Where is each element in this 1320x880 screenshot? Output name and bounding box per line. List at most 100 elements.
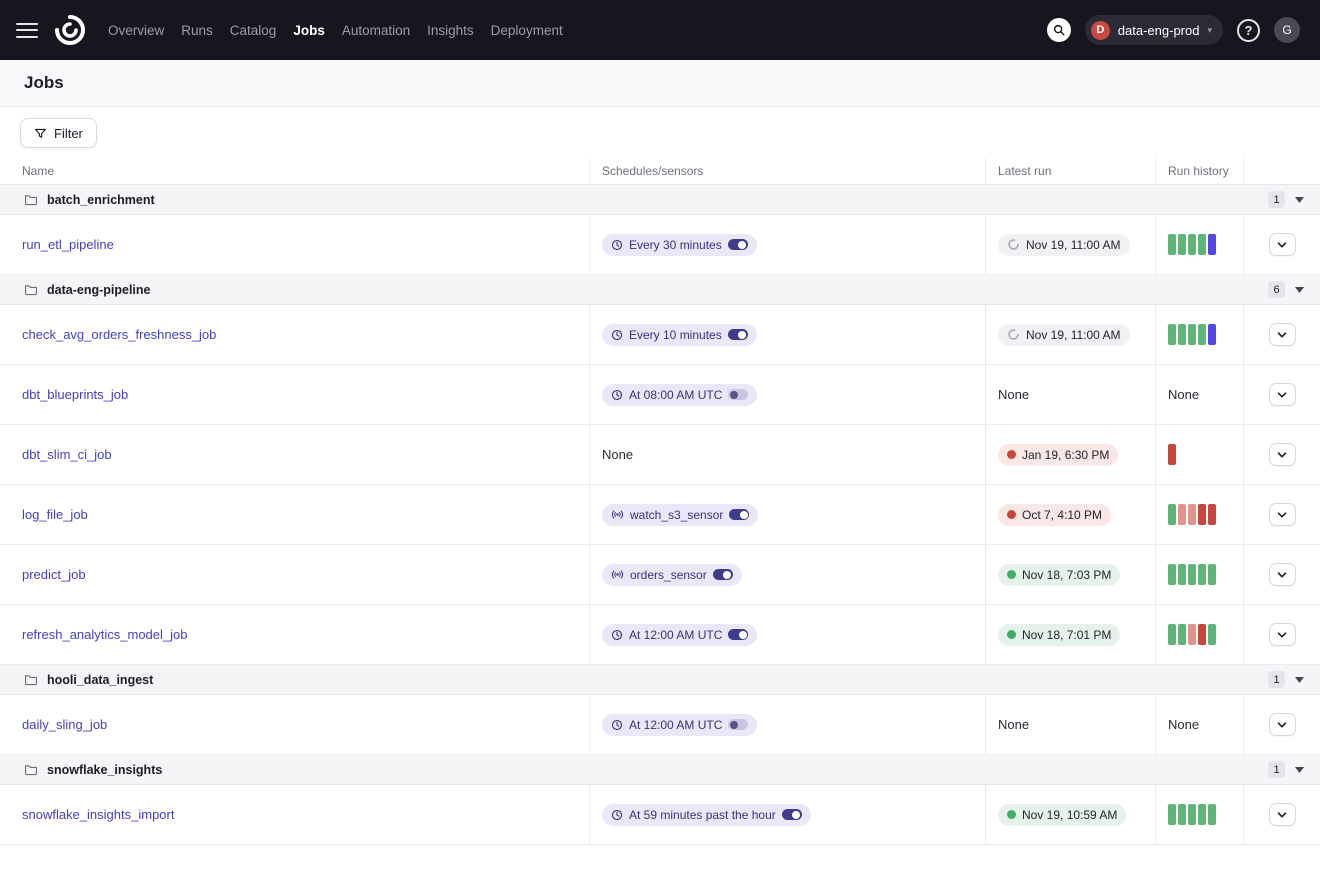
group-collapse-caret[interactable]: [1295, 197, 1304, 203]
user-avatar[interactable]: G: [1274, 17, 1300, 43]
run-history-bar[interactable]: [1168, 624, 1176, 645]
search-button[interactable]: [1047, 18, 1071, 42]
schedule-toggle[interactable]: [728, 629, 748, 640]
nav-item-overview[interactable]: Overview: [108, 23, 164, 38]
expand-row-button[interactable]: [1269, 233, 1296, 256]
filter-icon: [34, 127, 47, 140]
run-history-bar[interactable]: [1178, 324, 1186, 345]
schedule-pill[interactable]: orders_sensor: [602, 564, 742, 586]
schedule-pill[interactable]: Every 30 minutes: [602, 234, 757, 256]
expand-row-button[interactable]: [1269, 503, 1296, 526]
schedule-toggle[interactable]: [728, 389, 748, 400]
help-button[interactable]: ?: [1237, 19, 1260, 42]
job-name-link[interactable]: daily_sling_job: [22, 717, 107, 732]
run-history-bar[interactable]: [1188, 504, 1196, 525]
run-history-bar[interactable]: [1208, 564, 1216, 585]
schedule-pill[interactable]: At 59 minutes past the hour: [602, 804, 811, 826]
expand-cell: [1244, 605, 1320, 664]
run-history-bar[interactable]: [1168, 234, 1176, 255]
latest-run-pill[interactable]: Nov 18, 7:01 PM: [998, 624, 1120, 646]
nav-item-runs[interactable]: Runs: [181, 23, 213, 38]
run-history-bar[interactable]: [1178, 504, 1186, 525]
expand-row-button[interactable]: [1269, 563, 1296, 586]
run-history-bar[interactable]: [1208, 504, 1216, 525]
nav-item-deployment[interactable]: Deployment: [491, 23, 563, 38]
run-history-bar[interactable]: [1198, 564, 1206, 585]
run-history-bar[interactable]: [1178, 564, 1186, 585]
filter-button[interactable]: Filter: [20, 118, 97, 148]
run-history-bar[interactable]: [1178, 804, 1186, 825]
deployment-switcher[interactable]: D data-eng-prod ▾: [1085, 15, 1223, 45]
expand-row-button[interactable]: [1269, 713, 1296, 736]
run-history-bar[interactable]: [1208, 804, 1216, 825]
run-history-bar[interactable]: [1208, 234, 1216, 255]
schedules-cell: At 12:00 AM UTC: [590, 605, 986, 664]
expand-row-button[interactable]: [1269, 803, 1296, 826]
nav-item-jobs[interactable]: Jobs: [293, 23, 325, 38]
job-name-link[interactable]: refresh_analytics_model_job: [22, 627, 187, 642]
schedule-toggle[interactable]: [728, 719, 748, 730]
schedule-toggle[interactable]: [728, 239, 748, 250]
latest-run-pill[interactable]: Nov 19, 10:59 AM: [998, 804, 1126, 826]
job-name-link[interactable]: check_avg_orders_freshness_job: [22, 327, 216, 342]
run-history-bar[interactable]: [1208, 624, 1216, 645]
job-name-link[interactable]: dbt_slim_ci_job: [22, 447, 112, 462]
job-name-link[interactable]: snowflake_insights_import: [22, 807, 174, 822]
run-history-bar[interactable]: [1168, 444, 1176, 465]
run-history-bar[interactable]: [1188, 624, 1196, 645]
latest-run-pill[interactable]: Oct 7, 4:10 PM: [998, 504, 1111, 526]
schedule-toggle[interactable]: [728, 329, 748, 340]
schedule-toggle[interactable]: [729, 509, 749, 520]
run-history-bar[interactable]: [1168, 564, 1176, 585]
latest-run-pill[interactable]: Nov 19, 11:00 AM: [998, 234, 1130, 256]
schedule-pill[interactable]: At 12:00 AM UTC: [602, 624, 757, 646]
run-history-bar[interactable]: [1198, 234, 1206, 255]
hamburger-menu-icon[interactable]: [16, 23, 38, 38]
schedule-pill[interactable]: watch_s3_sensor: [602, 504, 758, 526]
schedule-pill[interactable]: Every 10 minutes: [602, 324, 757, 346]
run-history-bar[interactable]: [1168, 504, 1176, 525]
group-collapse-caret[interactable]: [1295, 287, 1304, 293]
folder-icon: [24, 193, 38, 207]
run-history-bar[interactable]: [1198, 804, 1206, 825]
group-name: data-eng-pipeline: [47, 283, 150, 297]
job-name-link[interactable]: predict_job: [22, 567, 86, 582]
run-history-bar[interactable]: [1178, 234, 1186, 255]
run-history-bar[interactable]: [1188, 564, 1196, 585]
run-history-bar[interactable]: [1178, 624, 1186, 645]
group-collapse-caret[interactable]: [1295, 677, 1304, 683]
job-name-link[interactable]: dbt_blueprints_job: [22, 387, 128, 402]
group-collapse-caret[interactable]: [1295, 767, 1304, 773]
run-history-bar[interactable]: [1198, 504, 1206, 525]
run-history-bar[interactable]: [1198, 624, 1206, 645]
job-name-cell: run_etl_pipeline: [0, 215, 590, 274]
run-history-bar[interactable]: [1168, 324, 1176, 345]
dagster-logo[interactable]: [52, 12, 88, 48]
schedule-label: At 12:00 AM UTC: [629, 718, 722, 732]
run-history-bar[interactable]: [1198, 324, 1206, 345]
job-name-link[interactable]: run_etl_pipeline: [22, 237, 114, 252]
nav-item-automation[interactable]: Automation: [342, 23, 410, 38]
job-name-link[interactable]: log_file_job: [22, 507, 88, 522]
run-history-bar[interactable]: [1188, 324, 1196, 345]
schedule-pill[interactable]: At 12:00 AM UTC: [602, 714, 757, 736]
schedule-toggle[interactable]: [713, 569, 733, 580]
expand-row-button[interactable]: [1269, 623, 1296, 646]
latest-run-pill[interactable]: Nov 18, 7:03 PM: [998, 564, 1120, 586]
schedule-toggle[interactable]: [782, 809, 802, 820]
latest-run-time: Oct 7, 4:10 PM: [1022, 508, 1102, 522]
run-history-bar[interactable]: [1168, 804, 1176, 825]
expand-row-button[interactable]: [1269, 323, 1296, 346]
schedule-pill[interactable]: At 08:00 AM UTC: [602, 384, 757, 406]
run-history-bar[interactable]: [1188, 234, 1196, 255]
run-history-bar[interactable]: [1188, 804, 1196, 825]
latest-run-pill[interactable]: Jan 19, 6:30 PM: [998, 444, 1118, 466]
expand-row-button[interactable]: [1269, 443, 1296, 466]
chevron-down-icon: ▾: [1207, 25, 1212, 36]
latest-run-pill[interactable]: Nov 19, 11:00 AM: [998, 324, 1130, 346]
expand-row-button[interactable]: [1269, 383, 1296, 406]
nav-item-insights[interactable]: Insights: [427, 23, 474, 38]
nav-item-catalog[interactable]: Catalog: [230, 23, 277, 38]
latest-run-time: Nov 18, 7:01 PM: [1022, 628, 1111, 642]
run-history-bar[interactable]: [1208, 324, 1216, 345]
